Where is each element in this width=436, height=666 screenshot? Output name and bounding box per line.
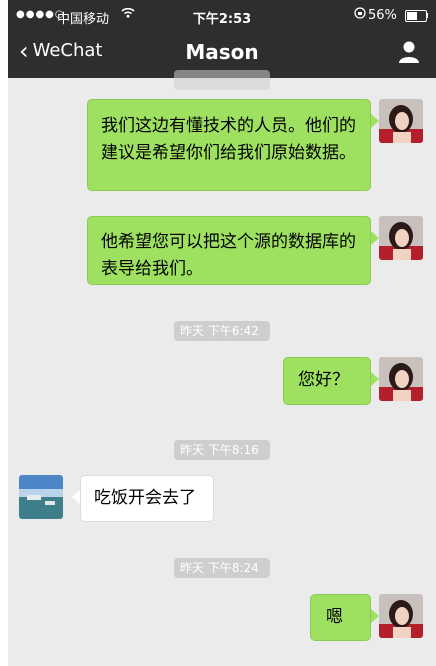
message-bubble-outgoing[interactable]: 您好？ bbox=[283, 357, 371, 405]
message-bubble-outgoing[interactable]: 嗯 bbox=[310, 594, 371, 641]
message-text: 他希望您可以把这个源的数据库的表导给我们。 bbox=[101, 232, 356, 279]
avatar-self[interactable] bbox=[379, 99, 423, 143]
message-text: 嗯 bbox=[326, 607, 343, 627]
rotation-lock-icon bbox=[354, 7, 366, 22]
bubble-tail bbox=[371, 114, 379, 128]
back-label: WeChat bbox=[32, 40, 103, 61]
timestamp: 昨天 下午6:42 bbox=[174, 321, 270, 341]
bubble-tail bbox=[371, 609, 379, 623]
message-bubble-outgoing[interactable]: 他希望您可以把这个源的数据库的表导给我们。 bbox=[87, 216, 371, 285]
top-bar: ●●●●○ 中国移动 下午2:53 56% ‹ WeChat Mason bbox=[8, 0, 436, 78]
contact-profile-button[interactable] bbox=[398, 40, 420, 64]
avatar-self[interactable] bbox=[379, 216, 423, 260]
battery-percentage: 56% bbox=[368, 8, 397, 23]
message-text: 我们这边有懂技术的人员。他们的建议是希望你们给我们原始数据。 bbox=[101, 116, 356, 163]
avatar-self[interactable] bbox=[379, 357, 423, 401]
timestamp: 昨天 下午8:16 bbox=[174, 440, 270, 460]
bubble-tail bbox=[371, 231, 379, 245]
bubble-tail bbox=[72, 490, 80, 504]
person-icon bbox=[399, 41, 419, 63]
battery-icon bbox=[405, 10, 427, 22]
battery-tip bbox=[426, 13, 428, 18]
bubble-tail bbox=[371, 372, 379, 386]
message-text: 您好？ bbox=[298, 370, 349, 390]
back-button[interactable]: ‹ WeChat bbox=[19, 36, 103, 65]
message-bubble-incoming[interactable]: 吃饭开会去了 bbox=[80, 475, 214, 522]
avatar-contact[interactable] bbox=[19, 475, 63, 519]
chevron-left-icon: ‹ bbox=[19, 36, 29, 65]
status-bar: ●●●●○ 中国移动 下午2:53 56% bbox=[8, 0, 436, 30]
timestamp: 昨天 下午8:24 bbox=[174, 558, 270, 578]
chat-screen: ●●●●○ 中国移动 下午2:53 56% ‹ WeChat Mason 我们这… bbox=[8, 0, 436, 666]
avatar-self[interactable] bbox=[379, 594, 423, 638]
message-bubble-outgoing[interactable]: 我们这边有懂技术的人员。他们的建议是希望你们给我们原始数据。 bbox=[87, 99, 371, 191]
timestamp-partial bbox=[174, 70, 270, 90]
message-text: 吃饭开会去了 bbox=[94, 488, 196, 508]
